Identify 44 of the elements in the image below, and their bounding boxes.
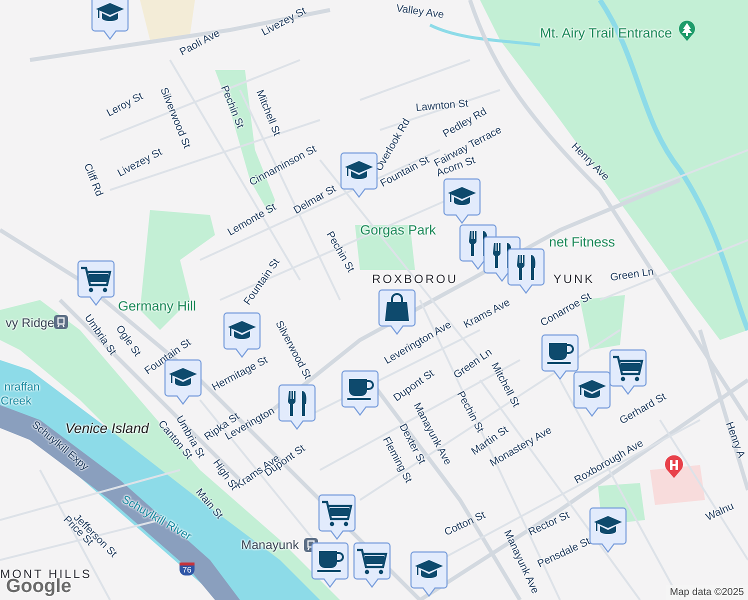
fork-knife-pin-icon[interactable] bbox=[507, 248, 545, 294]
park-label: Gorgas Park bbox=[360, 223, 436, 237]
coffee-cup-pin-icon[interactable] bbox=[311, 542, 349, 588]
park-label: Germany Hill bbox=[118, 299, 196, 313]
street-label: Henry A bbox=[724, 420, 746, 460]
hospital-marker-icon[interactable] bbox=[664, 455, 684, 479]
coffee-cup-pin-icon[interactable] bbox=[541, 334, 579, 380]
street-label: Leroy St bbox=[105, 91, 145, 119]
street-label: Pechin St bbox=[218, 84, 246, 130]
street-label: Cotton St bbox=[442, 510, 488, 538]
street-label: Walnu bbox=[704, 501, 736, 523]
neighborhood-label: MONT HILLS bbox=[0, 568, 92, 580]
park-label: Mt. Airy Trail Entrance bbox=[540, 26, 672, 40]
fork-knife-pin-icon[interactable] bbox=[278, 384, 316, 430]
neighborhood-label: YUNK bbox=[553, 273, 595, 285]
station-label: Manayunk bbox=[241, 538, 299, 552]
graduation-cap-pin-icon[interactable] bbox=[410, 551, 448, 597]
train-station-icon[interactable] bbox=[54, 315, 68, 329]
tree-marker-icon[interactable] bbox=[678, 20, 696, 42]
street-label: Paoli Ave bbox=[178, 28, 222, 58]
coffee-cup-pin-icon[interactable] bbox=[341, 370, 379, 416]
water-label: Creek bbox=[0, 396, 32, 408]
shopping-cart-pin-icon[interactable] bbox=[77, 260, 115, 306]
shopping-cart-pin-icon[interactable] bbox=[318, 494, 356, 540]
street-label: Lawnton St bbox=[415, 98, 469, 114]
street-label: Valley Ave bbox=[395, 3, 445, 21]
hospital-grounds bbox=[650, 465, 705, 505]
graduation-cap-pin-icon[interactable] bbox=[573, 371, 611, 417]
street-label: Cliff Rd bbox=[82, 162, 104, 198]
neighborhood-label: ROXBOROU bbox=[372, 273, 458, 285]
graduation-cap-pin-icon[interactable] bbox=[340, 152, 378, 198]
station-label: vy Ridge bbox=[6, 316, 54, 330]
graduation-cap-pin-icon[interactable] bbox=[589, 507, 627, 553]
shopping-cart-pin-icon[interactable] bbox=[609, 349, 647, 395]
shopping-cart-pin-icon[interactable] bbox=[353, 542, 391, 588]
graduation-cap-pin-icon[interactable] bbox=[443, 178, 481, 224]
graduation-cap-pin-icon[interactable] bbox=[223, 312, 261, 358]
campus-grounds bbox=[140, 0, 195, 40]
water-label: nraffan bbox=[4, 382, 40, 394]
island-label: Venice Island bbox=[65, 421, 149, 435]
highway-shield: 76 bbox=[180, 562, 194, 576]
graduation-cap-pin-icon[interactable] bbox=[91, 0, 129, 40]
street-label: Green Ln bbox=[610, 266, 654, 284]
park-label: net Fitness bbox=[548, 235, 616, 249]
